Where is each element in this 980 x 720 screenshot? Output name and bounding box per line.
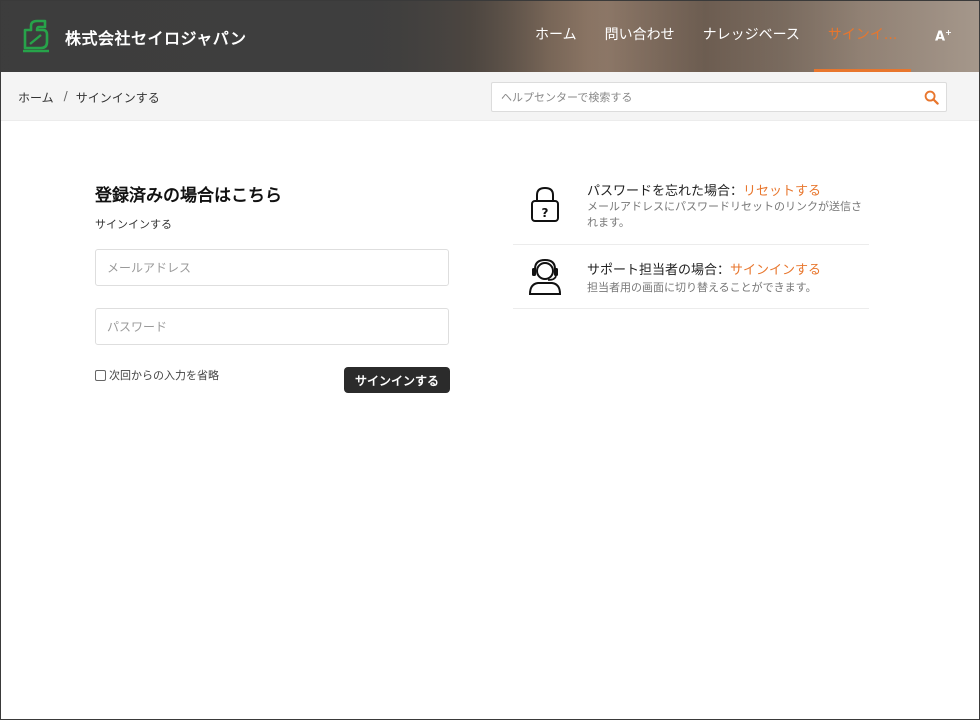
agent-signin-row: サポート担当者の場合：サインインする 担当者用の画面に切り替えることができます。 xyxy=(513,245,869,309)
password-field[interactable] xyxy=(96,309,448,344)
breadcrumb-home[interactable]: ホーム xyxy=(18,89,54,106)
page-frame: 株式会社セイロジャパン ホーム 問い合わせ ナレッジベース サインイ... A+… xyxy=(0,0,980,720)
breadcrumb-bar: ホーム / サインインする xyxy=(1,72,979,121)
email-field-wrapper xyxy=(95,249,449,286)
font-size-toggle[interactable]: A+ xyxy=(935,28,952,44)
forgot-password-desc: メールアドレスにパスワードリセットのリンクが送信されます。 xyxy=(587,200,862,229)
password-field-wrapper xyxy=(95,308,449,345)
remember-me-label: 次回からの入力を省略 xyxy=(109,369,219,382)
nav-item-knowledge-base[interactable]: ナレッジベース xyxy=(689,1,814,72)
brand-name[interactable]: 株式会社セイロジャパン xyxy=(65,25,247,49)
help-search xyxy=(491,82,947,112)
agent-signin-desc: 担当者用の画面に切り替えることができます。 xyxy=(587,281,817,294)
forgot-password-row: ? パスワードを忘れた場合：リセットする メールアドレスにパスワードリセットのリ… xyxy=(513,166,869,245)
signin-subtitle: サインインする xyxy=(95,218,172,231)
signin-button[interactable]: サインインする xyxy=(344,367,450,393)
nav-item-home[interactable]: ホーム xyxy=(521,1,591,72)
signin-title: 登録済みの場合はこちら xyxy=(95,186,282,206)
headset-agent-icon xyxy=(528,258,562,295)
forgot-password-title: パスワードを忘れた場合：リセットする xyxy=(587,180,821,199)
svg-text:?: ? xyxy=(542,206,549,220)
signin-panel: 登録済みの場合はこちら サインインする 次回からの入力を省略 サインインする xyxy=(95,181,450,397)
help-info-panel: ? パスワードを忘れた場合：リセットする メールアドレスにパスワードリセットのリ… xyxy=(513,166,869,309)
email-field[interactable] xyxy=(96,250,448,285)
reset-password-link[interactable]: リセットする xyxy=(743,184,821,199)
search-icon[interactable] xyxy=(924,90,939,105)
signin-actions: 次回からの入力を省略 サインインする xyxy=(95,367,450,397)
nav-item-signin[interactable]: サインイ... xyxy=(813,1,912,72)
agent-signin-label: サポート担当者の場合： xyxy=(587,263,731,278)
font-size-toggle-plus: + xyxy=(945,28,952,37)
nav-item-contact[interactable]: 問い合わせ xyxy=(591,1,689,72)
agent-signin-title: サポート担当者の場合：サインインする xyxy=(587,259,821,278)
main-nav: ホーム 問い合わせ ナレッジベース サインイ... xyxy=(521,1,912,72)
site-header: 株式会社セイロジャパン ホーム 問い合わせ ナレッジベース サインイ... A+ xyxy=(1,1,979,72)
search-input[interactable] xyxy=(492,83,912,111)
remember-me[interactable]: 次回からの入力を省略 xyxy=(95,367,219,383)
agent-signin-link[interactable]: サインインする xyxy=(730,263,821,278)
remember-me-checkbox[interactable] xyxy=(95,369,106,381)
company-logo-icon[interactable] xyxy=(19,18,53,54)
forgot-password-label: パスワードを忘れた場合： xyxy=(587,184,744,199)
breadcrumb-current: サインインする xyxy=(75,91,160,105)
font-size-toggle-label: A xyxy=(935,29,946,45)
breadcrumb: ホーム / サインインする xyxy=(18,89,160,106)
lock-question-icon: ? xyxy=(531,186,559,222)
breadcrumb-separator: / xyxy=(63,89,68,103)
